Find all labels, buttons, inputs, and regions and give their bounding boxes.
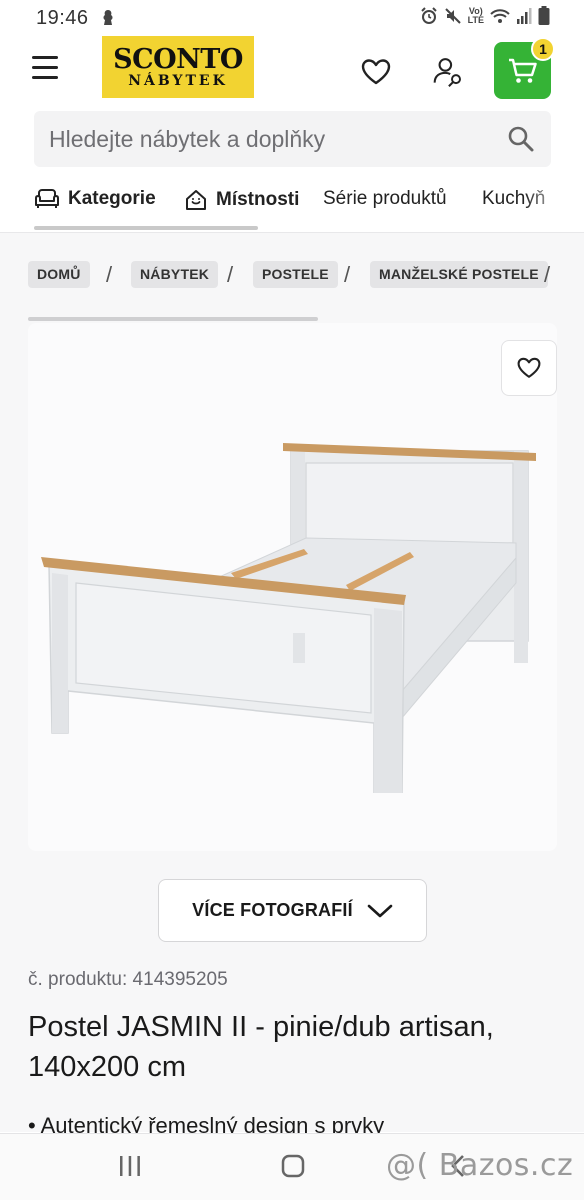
bed-product-image — [41, 443, 536, 793]
tab-kategorie-label: Kategorie — [68, 188, 156, 209]
recent-apps-icon[interactable] — [118, 1154, 142, 1178]
breadcrumb-separator: / — [227, 262, 234, 287]
search-icon[interactable] — [507, 125, 535, 153]
tab-serie-produktu-label: Série produktů — [323, 188, 447, 209]
logo-sub-text: NÁBYTEK — [128, 72, 228, 89]
signal-icon — [517, 8, 532, 24]
cart-count-badge: 1 — [531, 37, 555, 61]
breadcrumb: DOMŮ / NÁBYTEK / POSTELE / MANŽELSKÉ POS… — [28, 261, 584, 289]
more-photos-label: VÍCE FOTOGRAFIÍ — [192, 900, 353, 920]
chevron-down-icon — [367, 904, 393, 917]
armchair-icon — [35, 189, 59, 208]
category-nav: Kategorie Místnosti Série produktů Kuchy… — [0, 178, 584, 232]
product-number: č. produktu: 414395205 — [28, 969, 228, 990]
mute-icon — [444, 8, 461, 24]
alarm-icon — [420, 7, 437, 24]
breadcrumb-item-nabytek[interactable]: NÁBYTEK — [131, 261, 219, 288]
product-image-gallery[interactable] — [28, 323, 557, 851]
nav-fade — [524, 178, 584, 228]
battery-icon — [538, 6, 550, 25]
breadcrumb-separator: / — [544, 262, 551, 287]
heart-icon[interactable] — [360, 56, 392, 88]
status-icons: Vo) LTE — [420, 6, 550, 26]
search-input[interactable] — [34, 111, 494, 167]
wifi-icon — [490, 9, 510, 23]
volte-indicator: Vo) LTE — [467, 6, 484, 25]
product-title: Postel JASMIN II - pinie/dub artisan, 14… — [28, 1011, 494, 1083]
hamburger-icon — [32, 56, 58, 59]
cart-icon — [508, 58, 537, 83]
search-bar — [34, 111, 551, 167]
breadcrumb-item-domu[interactable]: DOMŮ — [28, 261, 90, 288]
heart-icon — [517, 357, 541, 378]
status-bar: 19:46 Vo) LTE — [0, 0, 584, 36]
breadcrumb-item-postele[interactable]: POSTELE — [253, 261, 338, 288]
more-photos-button[interactable]: VÍCE FOTOGRAFIÍ — [158, 879, 427, 942]
logo-main-text: SCONTO — [113, 43, 243, 75]
breadcrumb-separator: / — [344, 262, 351, 287]
bazos-watermark: @( Bazos.cz — [386, 1148, 574, 1183]
notification-icon — [103, 10, 113, 25]
sconto-logo[interactable]: SCONTO NÁBYTEK — [102, 36, 254, 98]
site-header: SCONTO NÁBYTEK 1 — [0, 36, 584, 108]
tab-mistnosti-label: Místnosti — [216, 189, 300, 210]
active-tab-indicator — [34, 226, 258, 230]
breadcrumb-separator: / — [106, 262, 113, 287]
product-content: DOMŮ / NÁBYTEK / POSTELE / MANŽELSKÉ POS… — [0, 232, 584, 1138]
tab-mistnosti[interactable]: Místnosti — [184, 188, 299, 212]
android-nav-bar: @( Bazos.cz — [0, 1133, 584, 1200]
status-time: 19:46 — [36, 7, 89, 29]
house-icon — [186, 190, 206, 210]
menu-button[interactable] — [32, 56, 66, 86]
home-icon[interactable] — [281, 1154, 305, 1178]
add-to-wishlist-button[interactable] — [501, 340, 557, 396]
tab-kategorie[interactable]: Kategorie — [34, 188, 156, 210]
tab-serie-produktu[interactable]: Série produktů — [323, 188, 447, 210]
breadcrumb-scrollbar[interactable] — [28, 317, 318, 321]
user-login-icon[interactable] — [432, 56, 464, 88]
breadcrumb-item-manzelske-postele[interactable]: MANŽELSKÉ POSTELE — [370, 261, 548, 288]
